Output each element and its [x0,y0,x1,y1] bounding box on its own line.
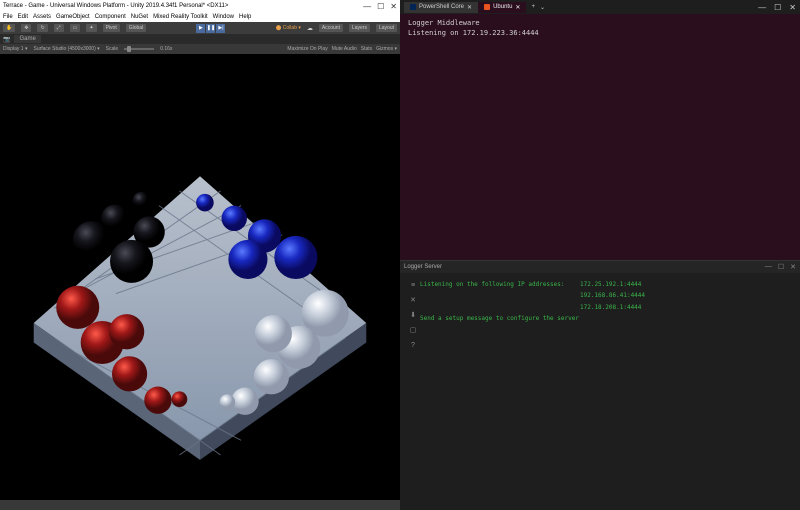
pause-button[interactable]: ❚❚ [206,24,215,33]
menu-window[interactable]: Window [213,14,234,20]
log-message: Send a setup message to configure the se… [420,313,580,324]
log-ip: 192.168.86.41:4444 [580,290,645,301]
logger-title-text: Logger Server [404,264,442,270]
menu-component[interactable]: Component [95,14,126,20]
unity-status-bar [0,500,400,510]
menu-assets[interactable]: Assets [33,14,51,20]
menu-file[interactable]: File [3,14,13,20]
log-message [420,302,580,313]
layers-dropdown[interactable]: Layers [349,24,370,32]
menu-mrtk[interactable]: Mixed Reality Toolkit [153,14,208,20]
minimize-icon[interactable]: — [363,2,371,11]
menu-help[interactable]: Help [239,14,251,20]
logger-panel: Logger Server — ☐ ✕ ≡ ✕ ⬇ ▢ ? Listening … [400,260,800,510]
scale-label: Scale [106,46,119,52]
maximize-icon[interactable]: ☐ [774,3,781,12]
pivot-toggle[interactable]: Pivot [103,24,120,32]
terminal-line: Listening on 172.19.223.36:4444 [408,29,792,39]
unity-menubar: File Edit Assets GameObject Component Nu… [0,12,400,22]
new-tab-button[interactable]: + [526,4,540,10]
game-board-render [0,54,400,500]
logger-output: Listening on the following IP addresses:… [420,279,794,504]
resolution-dropdown[interactable]: Surface Studio (4500x3000) ▾ [33,46,99,52]
rotate-tool-icon[interactable]: ↻ [37,24,47,32]
log-ip: 172.18.208.1:4444 [580,302,641,313]
terminal-titlebar: PowerShell Core ✕ Ubuntu ✕ + ⌄ — ☐ ✕ [400,0,800,14]
menu-icon[interactable]: ≡ [409,281,417,289]
scale-tool-icon[interactable]: ⤢ [54,24,64,32]
tab-game[interactable]: Game [14,35,40,43]
help-icon[interactable]: ? [409,341,417,349]
stats-toggle[interactable]: Stats [361,46,372,52]
menu-gameobject[interactable]: GameObject [56,14,90,20]
log-message: Listening on the following IP addresses: [420,279,580,290]
terminal-output[interactable]: Logger Middleware Listening on 172.19.22… [400,14,800,260]
close-icon[interactable]: ✕ [789,3,796,12]
layout-dropdown[interactable]: Layout [376,24,397,32]
maximize-on-play-toggle[interactable]: Maximize On Play [287,46,327,52]
tab-dropdown-icon[interactable]: ⌄ [540,4,545,11]
rect-tool-icon[interactable]: ▭ [70,24,81,32]
scale-value: 0.16x [160,46,172,52]
scale-slider[interactable] [124,48,154,50]
maximize-icon[interactable]: ☐ [377,2,384,11]
log-ip: 172.25.192.1:4444 [580,279,641,290]
terminal-line: Logger Middleware [408,19,792,29]
step-button[interactable]: ▶| [216,24,225,33]
play-button[interactable]: ▶ [196,24,205,33]
tab-powershell[interactable]: PowerShell Core ✕ [404,2,478,13]
game-control-bar: Display 1 ▾ Surface Studio (4500x3000) ▾… [0,44,400,54]
collab-dropdown[interactable]: ⬤ Collab ▾ [276,25,301,31]
game-tabbar: 📷 Game [0,34,400,44]
menu-nuget[interactable]: NuGet [131,14,148,20]
tab-close-icon[interactable]: ✕ [515,4,520,11]
mute-audio-toggle[interactable]: Mute Audio [332,46,357,52]
display-dropdown[interactable]: Display 1 ▾ [3,46,27,52]
global-toggle[interactable]: Global [126,24,146,32]
logger-iconbar: ≡ ✕ ⬇ ▢ ? [406,279,420,504]
transform-tool-icon[interactable]: ✦ [86,24,96,32]
close-icon[interactable]: ✕ [790,263,796,271]
unity-editor: Terrace - Game - Universal Windows Platf… [0,0,400,510]
unity-title-text: Terrace - Game - Universal Windows Platf… [3,3,228,9]
menu-edit[interactable]: Edit [18,14,28,20]
close-icon[interactable]: ✕ [390,2,397,11]
tab-ubuntu[interactable]: Ubuntu ✕ [478,2,526,13]
right-panel: PowerShell Core ✕ Ubuntu ✕ + ⌄ — ☐ ✕ Log… [400,0,800,510]
powershell-icon [410,4,416,10]
log-message [420,290,580,301]
account-dropdown[interactable]: Account [319,24,343,32]
hand-tool-icon[interactable]: ✋ [3,24,15,32]
tab-close-icon[interactable]: ✕ [467,4,472,11]
unity-toolbar: ✋ ✥ ↻ ⤢ ▭ ✦ Pivot Global ▶ ❚❚ ▶| ⬤ Colla… [0,22,400,34]
logger-titlebar: Logger Server — ☐ ✕ [400,261,800,273]
maximize-icon[interactable]: ☐ [778,263,784,271]
scene-icon[interactable]: 📷 [3,36,10,43]
move-tool-icon[interactable]: ✥ [21,24,31,32]
minimize-icon[interactable]: — [758,3,766,12]
ubuntu-icon [484,4,490,10]
download-icon[interactable]: ⬇ [409,311,417,319]
unity-titlebar: Terrace - Game - Universal Windows Platf… [0,0,400,12]
close-icon[interactable]: ✕ [409,296,417,304]
game-viewport [0,54,400,500]
gizmos-dropdown[interactable]: Gizmos ▾ [376,46,397,52]
minimize-icon[interactable]: — [765,263,772,271]
square-icon[interactable]: ▢ [409,326,417,334]
cloud-icon[interactable]: ☁ [307,25,313,32]
